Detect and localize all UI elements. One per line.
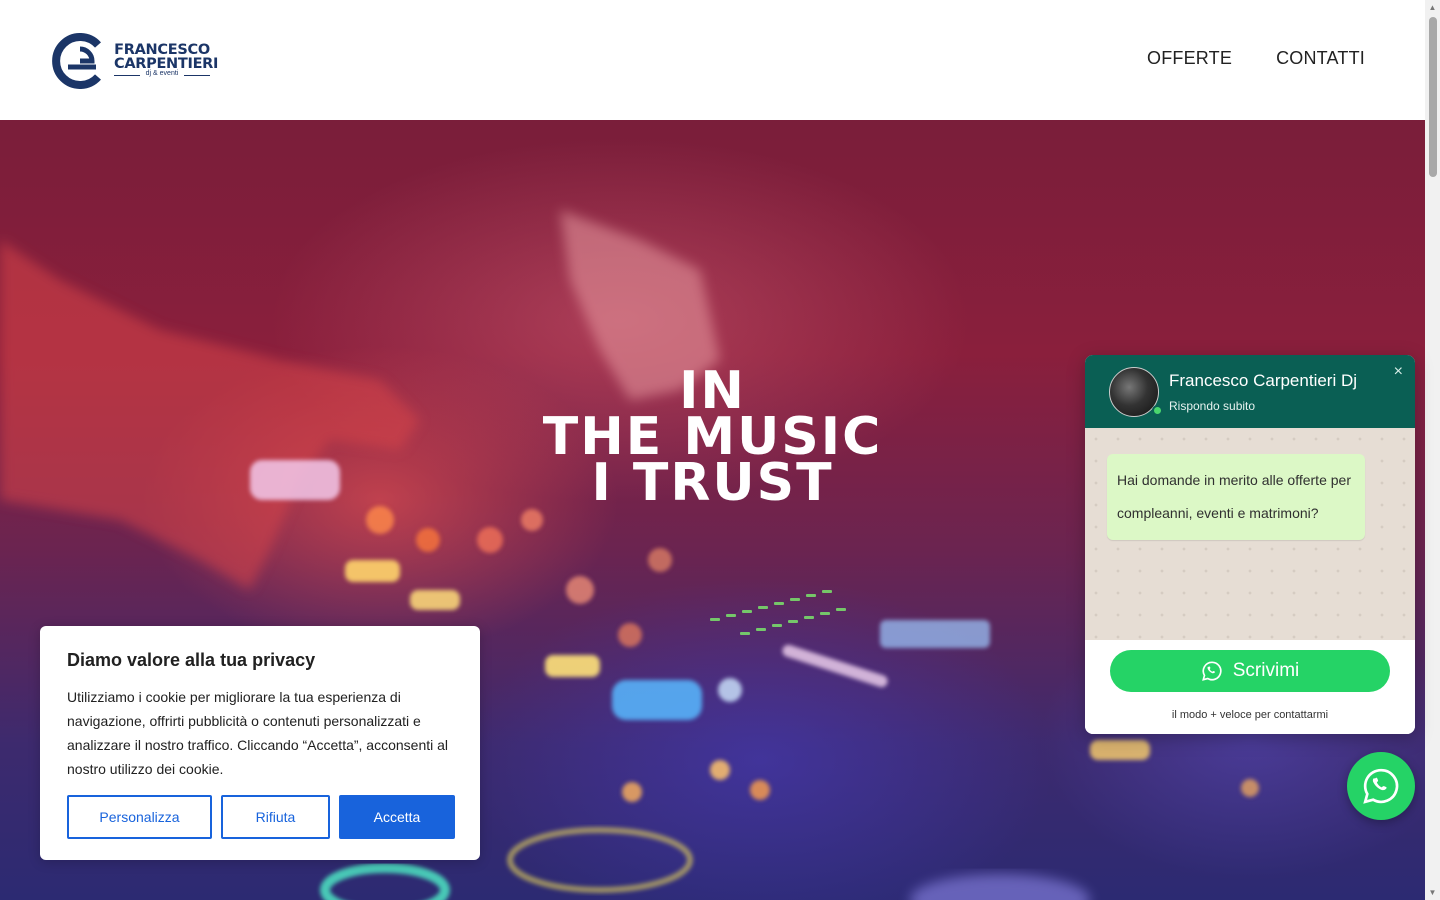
- logo-line-1: FRANCESCO: [114, 42, 210, 58]
- chat-body: Hai domande in merito alle offerte per c…: [1085, 428, 1415, 640]
- accept-button[interactable]: Accetta: [339, 795, 455, 839]
- scrollbar-thumb[interactable]: [1429, 17, 1437, 177]
- write-me-label: Scrivimi: [1232, 660, 1300, 681]
- write-me-button[interactable]: Scrivimi: [1110, 650, 1390, 692]
- whatsapp-icon: [1201, 661, 1222, 681]
- nav-item-contatti[interactable]: CONTATTI: [1276, 48, 1365, 69]
- close-icon[interactable]: ×: [1394, 363, 1403, 381]
- scroll-down-arrow-icon[interactable]: ▼: [1428, 888, 1437, 897]
- chat-contact-status: Rispondo subito: [1169, 399, 1256, 413]
- cookie-banner-text: Utilizziamo i cookie per migliorare la t…: [67, 689, 449, 777]
- main-nav: OFFERTE CONTATTI: [1147, 48, 1365, 69]
- logo-divider-right: [184, 75, 210, 76]
- brand-logo[interactable]: FRANCESCO CARPENTIERI dj & eventi: [52, 33, 219, 91]
- cookie-banner-actions: Personalizza Rifiuta Accetta: [67, 795, 455, 839]
- whatsapp-icon: [1363, 768, 1399, 804]
- cookie-banner-title: Diamo valore alla tua privacy: [67, 650, 316, 670]
- scroll-up-arrow-icon[interactable]: ▲: [1428, 3, 1437, 12]
- logo-wordmark: FRANCESCO CARPENTIERI: [114, 42, 219, 72]
- chat-footer-note: il modo + veloce per contattarmi: [1171, 709, 1329, 721]
- chat-header: Francesco Carpentieri Dj Rispondo subito…: [1085, 355, 1415, 428]
- nav-item-offerte[interactable]: OFFERTE: [1147, 48, 1232, 69]
- whatsapp-floating-button[interactable]: [1347, 752, 1415, 820]
- chat-footer: Scrivimi il modo + veloce per contattarm…: [1085, 640, 1415, 734]
- page-scrollbar[interactable]: ▲ ▼: [1425, 0, 1440, 900]
- reject-button[interactable]: Rifiuta: [221, 795, 330, 839]
- logo-tagline: dj & eventi: [114, 70, 210, 81]
- logo-mark-icon: [52, 33, 101, 89]
- cookie-consent-banner: Diamo valore alla tua privacy Utilizziam…: [40, 626, 480, 860]
- whatsapp-chat-widget: Francesco Carpentieri Dj Rispondo subito…: [1085, 355, 1415, 734]
- online-status-dot: [1152, 405, 1163, 416]
- logo-line-2: CARPENTIERI: [114, 56, 219, 72]
- site-header: FRANCESCO CARPENTIERI dj & eventi OFFERT…: [0, 0, 1425, 120]
- chat-message-bubble: Hai domande in merito alle offerte per c…: [1107, 454, 1365, 540]
- chat-contact-name: Francesco Carpentieri Dj: [1169, 371, 1358, 390]
- customize-button[interactable]: Personalizza: [67, 795, 212, 839]
